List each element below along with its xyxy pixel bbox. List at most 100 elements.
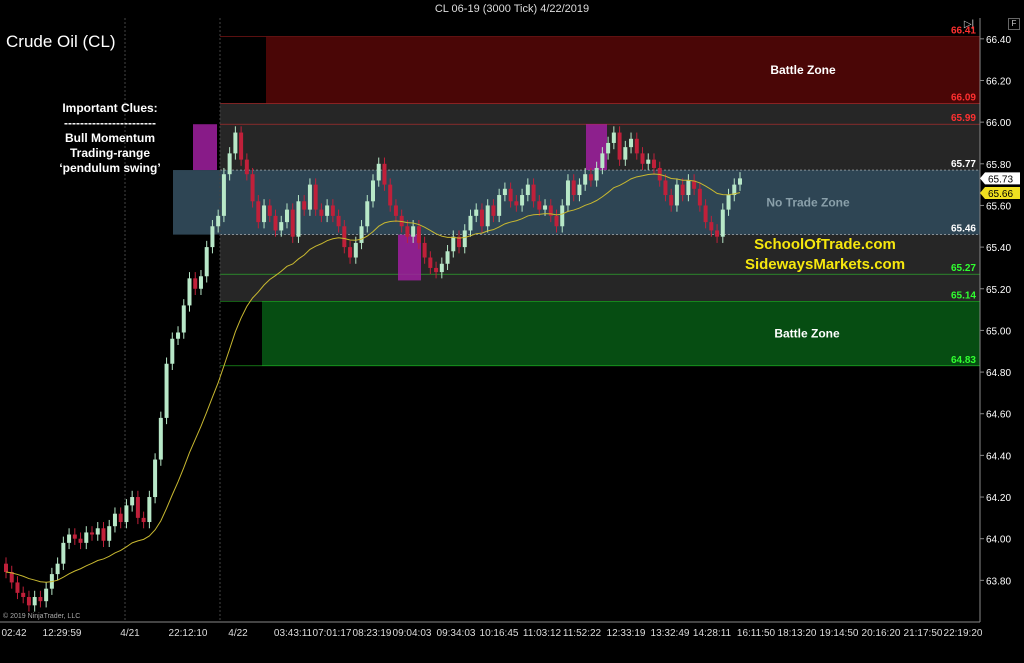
candle-body bbox=[78, 538, 83, 543]
candle-body bbox=[307, 184, 312, 210]
candle-body bbox=[554, 215, 559, 227]
x-tick-label: 02:42 bbox=[1, 628, 26, 639]
clues-line-4: Trading-range bbox=[69, 146, 150, 160]
x-tick-label: 14:28:11 bbox=[693, 628, 732, 639]
y-tick-label-64.80: 64.80 bbox=[986, 368, 1011, 379]
y-tick-label-64.40: 64.40 bbox=[986, 451, 1011, 462]
clues-line-2: ----------------------- bbox=[64, 116, 156, 130]
level-label-65.46: 65.46 bbox=[951, 224, 976, 235]
candle-body bbox=[479, 209, 484, 227]
x-tick-label: 10:16:45 bbox=[480, 628, 519, 639]
candle-body bbox=[95, 528, 100, 535]
x-tick-label: 12:33:19 bbox=[607, 628, 646, 639]
candle-body bbox=[342, 226, 347, 248]
candle-body bbox=[130, 497, 135, 506]
x-tick-label: 09:04:03 bbox=[393, 628, 432, 639]
x-tick-label: 13:32:49 bbox=[651, 628, 690, 639]
candle-body bbox=[726, 195, 731, 210]
candle-body bbox=[663, 180, 668, 196]
x-tick-label: 09:34:03 bbox=[437, 628, 476, 639]
candle-body bbox=[703, 205, 708, 223]
ma-value-badge: 65.66 bbox=[988, 189, 1013, 200]
candle-body bbox=[325, 205, 330, 216]
level-label-65.27: 65.27 bbox=[951, 263, 976, 274]
candle-body bbox=[629, 138, 634, 148]
upper-battle-zone bbox=[266, 36, 980, 104]
candle-body bbox=[330, 205, 335, 216]
candle-body bbox=[176, 332, 181, 339]
candle-body bbox=[738, 178, 742, 185]
candle-body bbox=[600, 153, 605, 168]
candle-body bbox=[290, 209, 295, 237]
candle-body bbox=[514, 201, 519, 206]
copyright-text: © 2019 NinjaTrader, LLC bbox=[3, 612, 80, 620]
price-chart[interactable]: Battle Zone Battle Zone No Trade Zone 66.41… bbox=[0, 0, 1024, 663]
candle-body bbox=[502, 188, 507, 196]
level-label-65.99: 65.99 bbox=[951, 113, 976, 124]
candle-body bbox=[279, 222, 284, 231]
candle-body bbox=[462, 230, 467, 248]
watermark-sideways-markets: SidewaysMarkets.com bbox=[745, 256, 905, 273]
instrument-label: Crude Oil (CL) bbox=[6, 32, 116, 51]
candle-body bbox=[560, 205, 565, 227]
candle-body bbox=[680, 184, 685, 196]
candle-body bbox=[302, 201, 307, 210]
candle-body bbox=[204, 247, 209, 277]
candle-body bbox=[158, 417, 163, 460]
candle-body bbox=[497, 195, 502, 216]
x-tick-label: 08:23:19 bbox=[353, 628, 392, 639]
candle-body bbox=[233, 132, 238, 154]
candle-body bbox=[141, 517, 146, 523]
candle-body bbox=[611, 132, 616, 143]
x-tick-label: 21:17:50 bbox=[904, 628, 943, 639]
level-label-65.14: 65.14 bbox=[951, 290, 976, 301]
candle-body bbox=[697, 188, 702, 206]
x-tick-label: 16:11:50 bbox=[737, 628, 776, 639]
candle-body bbox=[118, 513, 123, 523]
clues-line-5: ‘pendulum swing’ bbox=[59, 161, 161, 175]
candle-body bbox=[101, 528, 106, 541]
important-clues: Important Clues: -----------------------… bbox=[40, 101, 180, 176]
candle-body bbox=[170, 338, 175, 364]
candle-body bbox=[90, 532, 95, 535]
candle-body bbox=[468, 215, 473, 231]
x-tick-label: 18:13:20 bbox=[778, 628, 817, 639]
y-tick-label-65.00: 65.00 bbox=[986, 326, 1011, 337]
candle-body bbox=[537, 201, 542, 210]
candle-body bbox=[26, 597, 31, 606]
level-label-66.41: 66.41 bbox=[951, 26, 976, 37]
candle-body bbox=[571, 180, 576, 196]
candle-body bbox=[720, 209, 725, 237]
level-label-65.77: 65.77 bbox=[951, 159, 976, 170]
candle-body bbox=[422, 242, 427, 258]
candle-body bbox=[216, 215, 221, 227]
candle-body bbox=[508, 188, 513, 202]
candle-body bbox=[651, 159, 656, 168]
candle-body bbox=[531, 184, 536, 202]
candle-body bbox=[44, 588, 49, 602]
upper-battle-zone-label: Battle Zone bbox=[770, 63, 836, 77]
candle-body bbox=[485, 205, 490, 227]
last-price-badge: 65.73 bbox=[988, 174, 1013, 185]
candle-body bbox=[365, 201, 370, 227]
x-tick-label: 20:16:20 bbox=[862, 628, 901, 639]
x-tick-label: 19:14:50 bbox=[820, 628, 859, 639]
y-tick-label-63.80: 63.80 bbox=[986, 576, 1011, 587]
candle-body bbox=[67, 534, 72, 543]
candle-body bbox=[623, 147, 628, 160]
x-tick-label: 4/21 bbox=[120, 628, 140, 639]
candle-body bbox=[273, 215, 278, 231]
candle-body bbox=[256, 201, 261, 223]
candle-body bbox=[267, 205, 272, 216]
y-tick-label-64.20: 64.20 bbox=[986, 493, 1011, 504]
y-tick-label-64.60: 64.60 bbox=[986, 410, 1011, 421]
candle-body bbox=[646, 159, 651, 164]
candle-body bbox=[359, 226, 364, 243]
candle-body bbox=[187, 278, 192, 306]
candle-body bbox=[594, 167, 599, 181]
candle-body bbox=[405, 226, 410, 237]
candle-body bbox=[84, 532, 89, 543]
candle-body bbox=[32, 597, 37, 606]
x-tick-label: 22:12:10 bbox=[169, 628, 208, 639]
candle-body bbox=[61, 542, 66, 564]
